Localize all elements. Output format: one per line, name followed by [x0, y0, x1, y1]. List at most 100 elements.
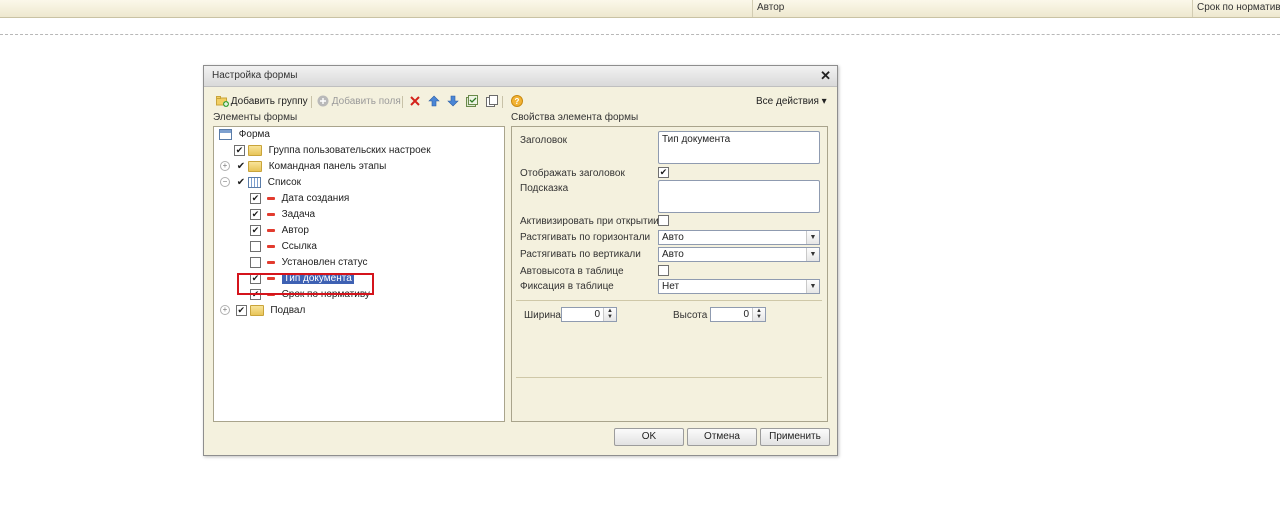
folder-icon — [247, 160, 262, 172]
collapse-icon[interactable]: − — [220, 177, 230, 188]
chevron-down-icon[interactable]: ▼ — [806, 280, 819, 293]
show-title-checkbox[interactable]: ✔ — [658, 167, 669, 178]
apply-button[interactable]: Применить — [760, 428, 830, 446]
check-all-icon — [466, 95, 478, 108]
tree-item-command-panel[interactable]: + ✔ Командная панель этапы — [220, 160, 386, 174]
tree-item-list[interactable]: − ✔ Список — [220, 176, 301, 190]
form-icon — [219, 128, 232, 140]
copy-icon — [486, 95, 498, 108]
tree-item-label: Дата создания — [281, 193, 350, 204]
activate-label: Активизировать при открытии — [520, 216, 659, 227]
expand-icon[interactable]: + — [220, 305, 230, 316]
dialog-titlebar[interactable]: Настройка формы ✕ — [204, 66, 837, 87]
help-icon: ? — [511, 95, 523, 108]
column-header-deadline[interactable]: Срок по нормативу — [1192, 0, 1280, 17]
width-value: 0 — [594, 309, 600, 320]
field-icon — [266, 212, 275, 216]
fixation-label: Фиксация в таблице — [520, 281, 614, 292]
delete-button[interactable] — [409, 94, 421, 110]
tree-item-label: Автор — [281, 225, 309, 236]
stretch-v-value: Авто — [662, 249, 684, 260]
all-actions-menu[interactable]: Все действия ▾ — [756, 94, 827, 110]
divider — [0, 34, 1280, 35]
tree-item-form[interactable]: Форма — [219, 128, 270, 142]
form-settings-dialog: Настройка формы ✕ Добавить группу Добави… — [203, 65, 838, 456]
dialog-title: Настройка формы — [212, 70, 298, 81]
stretch-h-value: Авто — [662, 232, 684, 243]
tree-item-footer[interactable]: + ✔ Подвал — [220, 304, 305, 318]
column-header-author[interactable]: Автор — [752, 0, 1193, 17]
list-header: Автор Срок по нормативу — [0, 0, 1280, 18]
checkmark-icon: ✔ — [236, 161, 246, 172]
help-button[interactable]: ? — [511, 94, 523, 110]
checkbox-checked[interactable]: ✔ — [235, 304, 247, 316]
table-icon — [247, 176, 261, 188]
chevron-down-icon[interactable]: ▼ — [806, 231, 819, 244]
width-label: Ширина — [524, 310, 561, 321]
stretch-h-select[interactable]: Авто ▼ — [658, 230, 820, 245]
tree-item-field[interactable]: ✔ Задача — [250, 208, 315, 222]
check-all-button[interactable] — [466, 94, 478, 110]
properties-panel: Заголовок Тип документа Отображать загол… — [511, 126, 828, 422]
width-stepper[interactable]: 0 ▲ ▼ — [561, 307, 617, 322]
tree-item-field[interactable]: ✔ Автор — [250, 224, 309, 238]
expand-icon[interactable]: + — [220, 161, 230, 172]
tree-item-label: Группа пользовательских настроек — [268, 145, 431, 156]
form-elements-heading: Элементы формы — [213, 112, 298, 123]
highlight-box — [237, 273, 374, 295]
add-fields-icon — [317, 95, 329, 107]
tree-item-label: Подвал — [270, 305, 306, 316]
spinner-icon[interactable]: ▲ ▼ — [603, 308, 616, 321]
field-icon — [266, 196, 275, 200]
tree-item-label: Список — [267, 177, 302, 188]
cancel-button[interactable]: Отмена — [687, 428, 757, 446]
checkbox-checked[interactable]: ✔ — [250, 224, 261, 236]
stretch-v-label: Растягивать по вертикали — [520, 249, 641, 260]
delete-icon — [409, 95, 421, 107]
add-group-label: Добавить группу — [230, 96, 308, 107]
move-up-button[interactable] — [428, 94, 440, 110]
toolbar-separator — [402, 96, 403, 108]
divider — [516, 377, 822, 378]
fixation-value: Нет — [662, 281, 680, 292]
field-icon — [266, 260, 275, 264]
tree-item-field[interactable]: ✔ Дата создания — [250, 192, 349, 206]
svg-text:?: ? — [515, 97, 520, 106]
element-properties-heading: Свойства элемента формы — [511, 112, 639, 123]
checkbox-unchecked[interactable] — [250, 256, 261, 268]
autoheight-label: Автовысота в таблице — [520, 266, 624, 277]
tree-item-field[interactable]: Ссылка — [250, 240, 317, 254]
checkbox-unchecked[interactable] — [250, 240, 261, 252]
tree-item-user-settings-group[interactable]: ✔ Группа пользовательских настроек — [234, 144, 431, 158]
title-label: Заголовок — [520, 135, 568, 146]
checkmark-icon: ✔ — [236, 177, 246, 188]
autoheight-checkbox[interactable] — [658, 265, 669, 276]
hint-field[interactable] — [658, 180, 820, 213]
fixation-select[interactable]: Нет ▼ — [658, 279, 820, 294]
tree-item-label: Форма — [238, 129, 270, 140]
checkbox-checked[interactable]: ✔ — [234, 144, 245, 156]
close-icon[interactable]: ✕ — [820, 68, 831, 84]
title-field[interactable]: Тип документа — [658, 131, 820, 164]
height-value: 0 — [743, 309, 749, 320]
chevron-down-icon[interactable]: ▼ — [806, 248, 819, 261]
tree-item-field[interactable]: Установлен статус — [250, 256, 368, 270]
field-icon — [266, 244, 275, 248]
add-fields-button[interactable]: Добавить поля — [317, 94, 401, 110]
show-title-label: Отображать заголовок — [520, 168, 625, 179]
move-down-icon — [447, 95, 459, 107]
checkbox-checked[interactable]: ✔ — [250, 208, 261, 220]
checkbox-checked[interactable]: ✔ — [250, 192, 261, 204]
divider — [516, 300, 822, 301]
height-stepper[interactable]: 0 ▲ ▼ — [710, 307, 766, 322]
move-up-icon — [428, 95, 440, 107]
move-down-button[interactable] — [447, 94, 459, 110]
add-group-button[interactable]: Добавить группу — [216, 94, 308, 110]
tree-item-label: Командная панель этапы — [268, 161, 387, 172]
stretch-v-select[interactable]: Авто ▼ — [658, 247, 820, 262]
copy-button[interactable] — [486, 94, 498, 110]
height-label: Высота — [673, 310, 708, 321]
spinner-icon[interactable]: ▲ ▼ — [752, 308, 765, 321]
activate-checkbox[interactable] — [658, 215, 669, 226]
ok-button[interactable]: OK — [614, 428, 684, 446]
